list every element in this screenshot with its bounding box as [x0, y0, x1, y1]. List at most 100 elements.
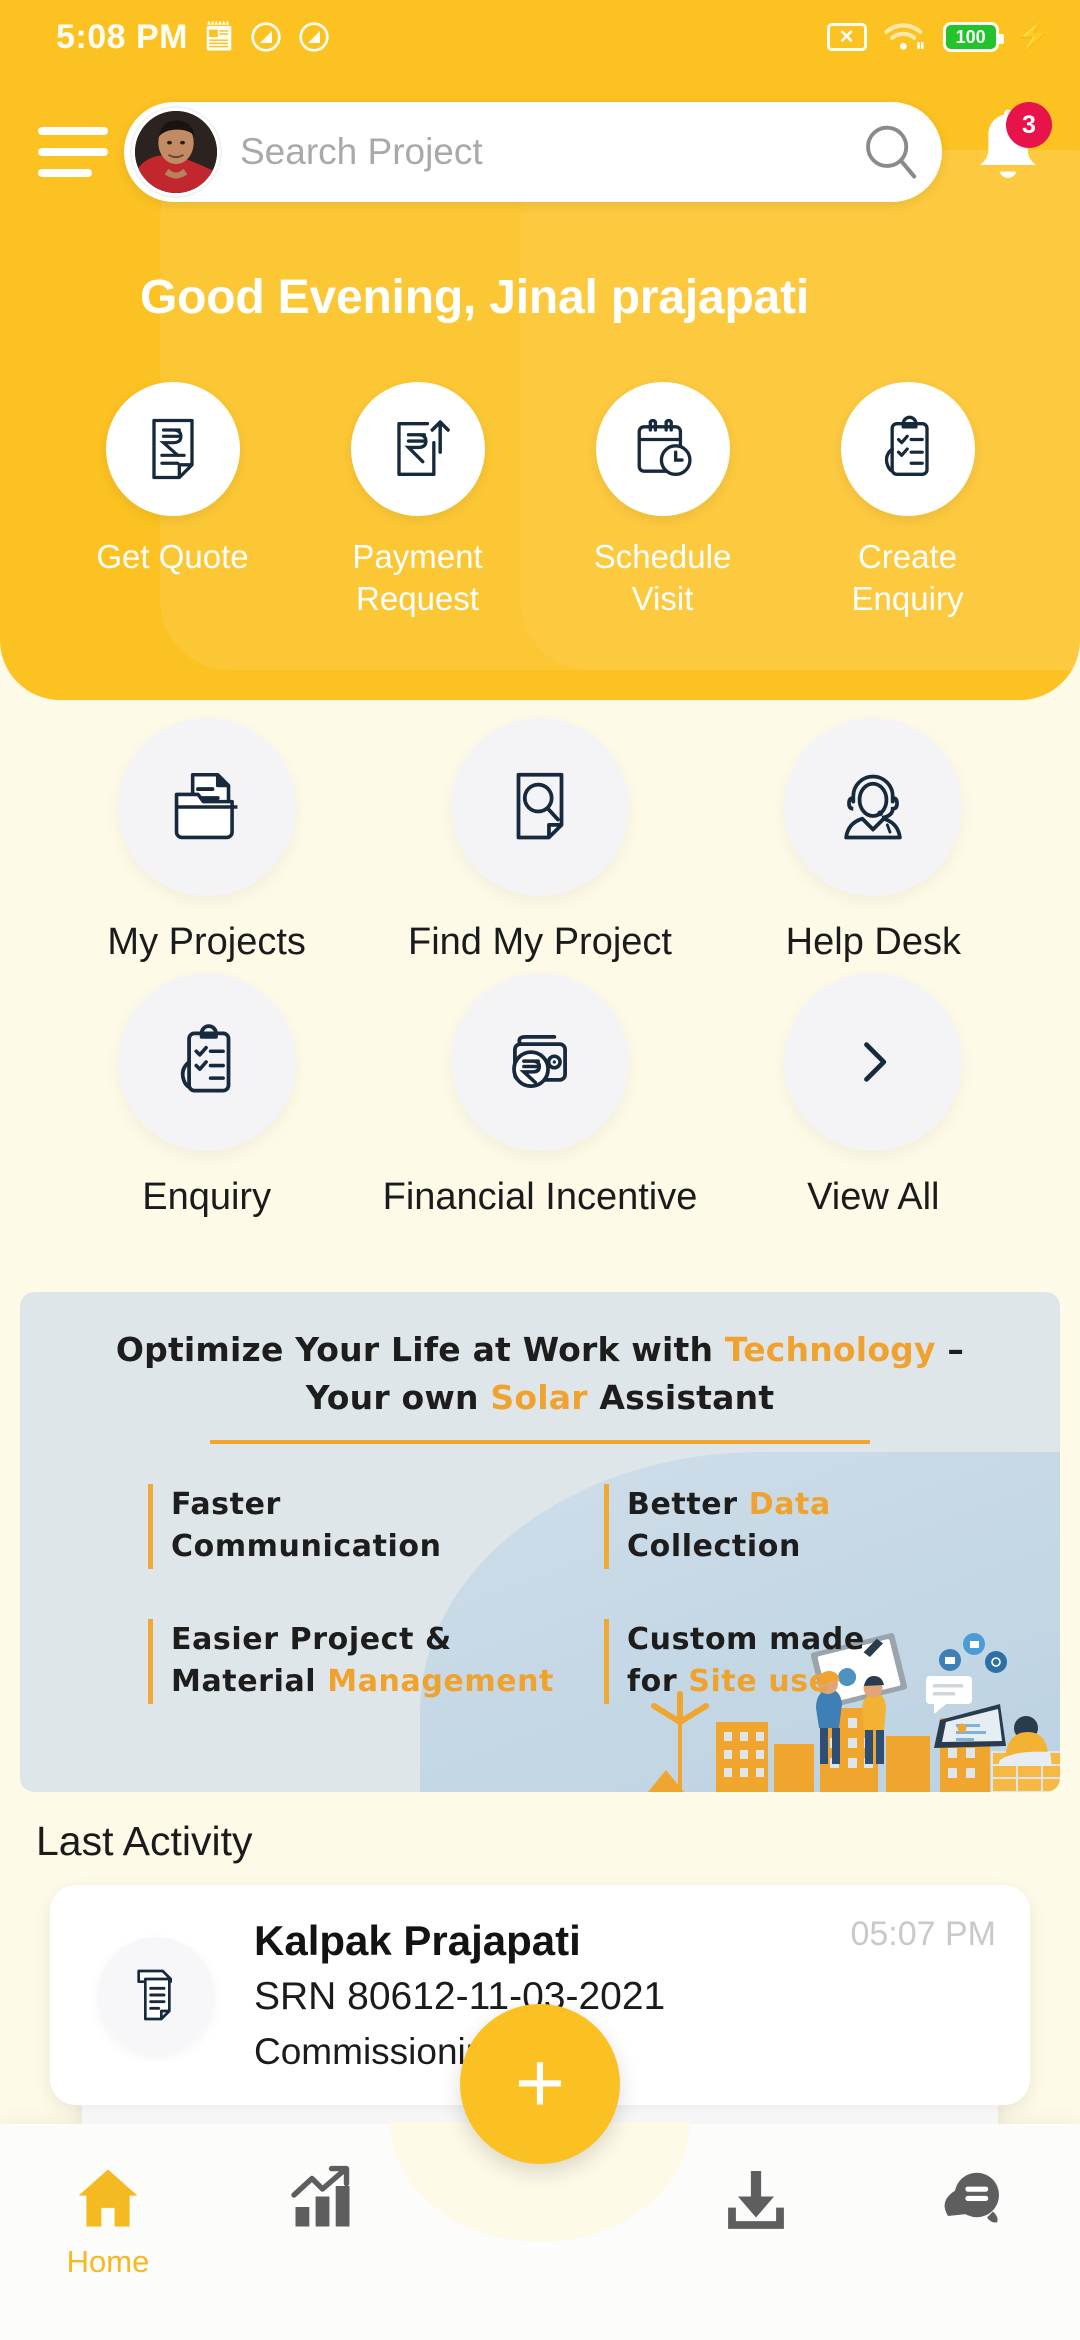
grid-item-label: My Projects [107, 921, 306, 963]
grid-item-label: Enquiry [142, 1176, 272, 1219]
search-icon[interactable] [860, 121, 922, 183]
banner-title-line2: Your own Solar Assistant [20, 1374, 1060, 1422]
download-icon [728, 2171, 784, 2229]
wifi-icon [883, 23, 924, 50]
search-bar[interactable] [124, 102, 942, 202]
add-button[interactable]: + [460, 2004, 620, 2164]
banner-feature-4-line2-b: Site use [688, 1664, 830, 1700]
quick-action-label: Create Enquiry [851, 538, 964, 618]
banner-feature-4-line2-a: for [627, 1664, 689, 1700]
header-search-row: 3 [0, 92, 1080, 212]
do-not-disturb-icon [251, 22, 281, 52]
quick-action-schedule-visit[interactable]: Schedule Visit [540, 382, 785, 620]
quick-action-create-enquiry[interactable]: Create Enquiry [785, 382, 1030, 620]
status-bar-right: ✕ 100 ⚡ [826, 20, 1052, 54]
calendar-clock-icon [637, 418, 692, 476]
banner-feature-3-line2-a: Material [171, 1664, 328, 1700]
last-activity-name: Kalpak Prajapati [254, 1917, 581, 1964]
home-icon [78, 2169, 138, 2227]
banner-feature-4: Custom made for Site use [604, 1618, 1060, 1705]
grid-item-enquiry[interactable]: Enquiry [40, 973, 373, 1222]
banner-title-line2-highlight: Solar [490, 1377, 588, 1417]
search-input[interactable] [240, 131, 860, 173]
chart-growth-icon [291, 2165, 350, 2227]
quick-action-label: Payment Request [352, 538, 483, 618]
charging-bolt-icon: ⚡ [1014, 20, 1052, 53]
banner-title-line2-text-1: Your own [305, 1377, 491, 1417]
rupee-upload-icon [396, 420, 450, 476]
quick-action-icon-wrap [105, 382, 240, 516]
grid-icon-wrap [117, 718, 296, 896]
sim-card-off-icon: ✕ [826, 23, 867, 51]
status-bar-left: 5:08 PM [56, 18, 330, 57]
banner-feature-2-line1-b: Data [748, 1486, 831, 1522]
battery-indicator: 100 [942, 22, 1004, 52]
nav-item-label: Home [66, 2244, 150, 2279]
document-stack-icon [137, 1969, 172, 2021]
banner-feature-1: Faster Communication [148, 1483, 604, 1569]
quick-actions-row: Get Quote Payment Request Schedule Visit… [0, 382, 1080, 620]
nav-item-downloads[interactable] [648, 2162, 864, 2244]
app-screen: 5:08 PM ✕ 100 ⚡ Search Project 3 Good Ev… [0, 0, 1080, 2340]
folder-document-icon [174, 772, 238, 840]
page-title: Good Evening, Jinal prajapati [140, 271, 809, 324]
banner-title-text-2: – [935, 1330, 965, 1369]
banner-feature-4-line1: Custom made [627, 1621, 865, 1657]
banner-features: Faster Communication Better Data Collect… [20, 1444, 1060, 1705]
header-panel: 5:08 PM ✕ 100 ⚡ Search Project 3 Good Ev… [0, 0, 1080, 700]
document-search-icon [516, 772, 564, 840]
chevron-right-icon [864, 1042, 887, 1083]
document-stack-icon-wrap [98, 1937, 214, 2053]
nav-item-home[interactable]: Home [0, 2162, 216, 2280]
grid-item-view-all[interactable]: View All [707, 973, 1040, 1222]
grid-item-label: Financial Incentive [382, 1176, 698, 1219]
banner-title-highlight-1: Technology [724, 1330, 936, 1369]
battery-level: 100 [955, 26, 986, 47]
last-activity-time: 05:07 PM [850, 1915, 996, 1953]
grid-icon-wrap [450, 973, 629, 1152]
hamburger-menu-icon[interactable] [38, 127, 112, 177]
clipboard-check-icon [884, 415, 929, 476]
grid-item-my-projects[interactable]: My Projects [40, 718, 373, 967]
banner-feature-3: Easier Project & Material Management [148, 1618, 604, 1705]
rupee-document-icon [151, 418, 194, 480]
notification-bell-button[interactable]: 3 [966, 102, 1052, 198]
headset-support-icon [844, 774, 903, 840]
grid-item-label: View All [807, 1176, 940, 1219]
quick-action-get-quote[interactable]: Get Quote [50, 382, 295, 620]
grid-item-find-my-project[interactable]: Find My Project [373, 718, 706, 967]
wallet-rupee-icon [512, 1035, 567, 1089]
banner-title: Optimize Your Life at Work with Technolo… [20, 1292, 1060, 1422]
nav-item-chat[interactable] [864, 2162, 1080, 2244]
grid-item-label: Find My Project [408, 921, 672, 963]
clipboard-check-icon [180, 1024, 231, 1093]
section-title-last-activity: Last Activity [36, 1818, 253, 1864]
grid-icon-wrap [450, 718, 629, 896]
avatar[interactable] [132, 108, 220, 196]
banner-title-text-1: Optimize Your Life at Work with [115, 1330, 725, 1369]
notification-badge: 3 [1006, 102, 1052, 148]
grid-item-financial-incentive[interactable]: Financial Incentive [373, 973, 706, 1222]
grid-icon-wrap [117, 973, 296, 1152]
banner-title-line1: Optimize Your Life at Work with Technolo… [20, 1326, 1060, 1374]
quick-action-payment-request[interactable]: Payment Request [295, 382, 540, 620]
quick-action-icon-wrap [840, 382, 975, 516]
banner-feature-1-line1: Faster [171, 1486, 281, 1522]
avatar-photo [135, 111, 217, 193]
banner-feature-2-line1-a: Better [627, 1486, 749, 1522]
banner-feature-2-line2: Collection [627, 1529, 801, 1565]
promo-banner[interactable]: Optimize Your Life at Work with Technolo… [20, 1292, 1060, 1792]
banner-feature-2: Better Data Collection [604, 1483, 1060, 1569]
quick-action-icon-wrap [595, 382, 730, 516]
status-bar: 5:08 PM ✕ 100 ⚡ [0, 0, 1080, 74]
services-grid: My Projects Find My Project Help Desk En… [0, 718, 1080, 1229]
banner-feature-4-line2: for Site use [627, 1661, 1060, 1704]
grid-icon-wrap [784, 973, 963, 1152]
nav-item-reports[interactable] [216, 2162, 432, 2244]
grid-item-help-desk[interactable]: Help Desk [707, 718, 1040, 967]
banner-feature-3-line2: Material Management [171, 1661, 604, 1704]
quick-action-icon-wrap [350, 382, 485, 516]
calendar-icon [206, 21, 232, 51]
quick-action-label: Get Quote [96, 538, 249, 575]
grid-item-label: Help Desk [785, 921, 961, 963]
